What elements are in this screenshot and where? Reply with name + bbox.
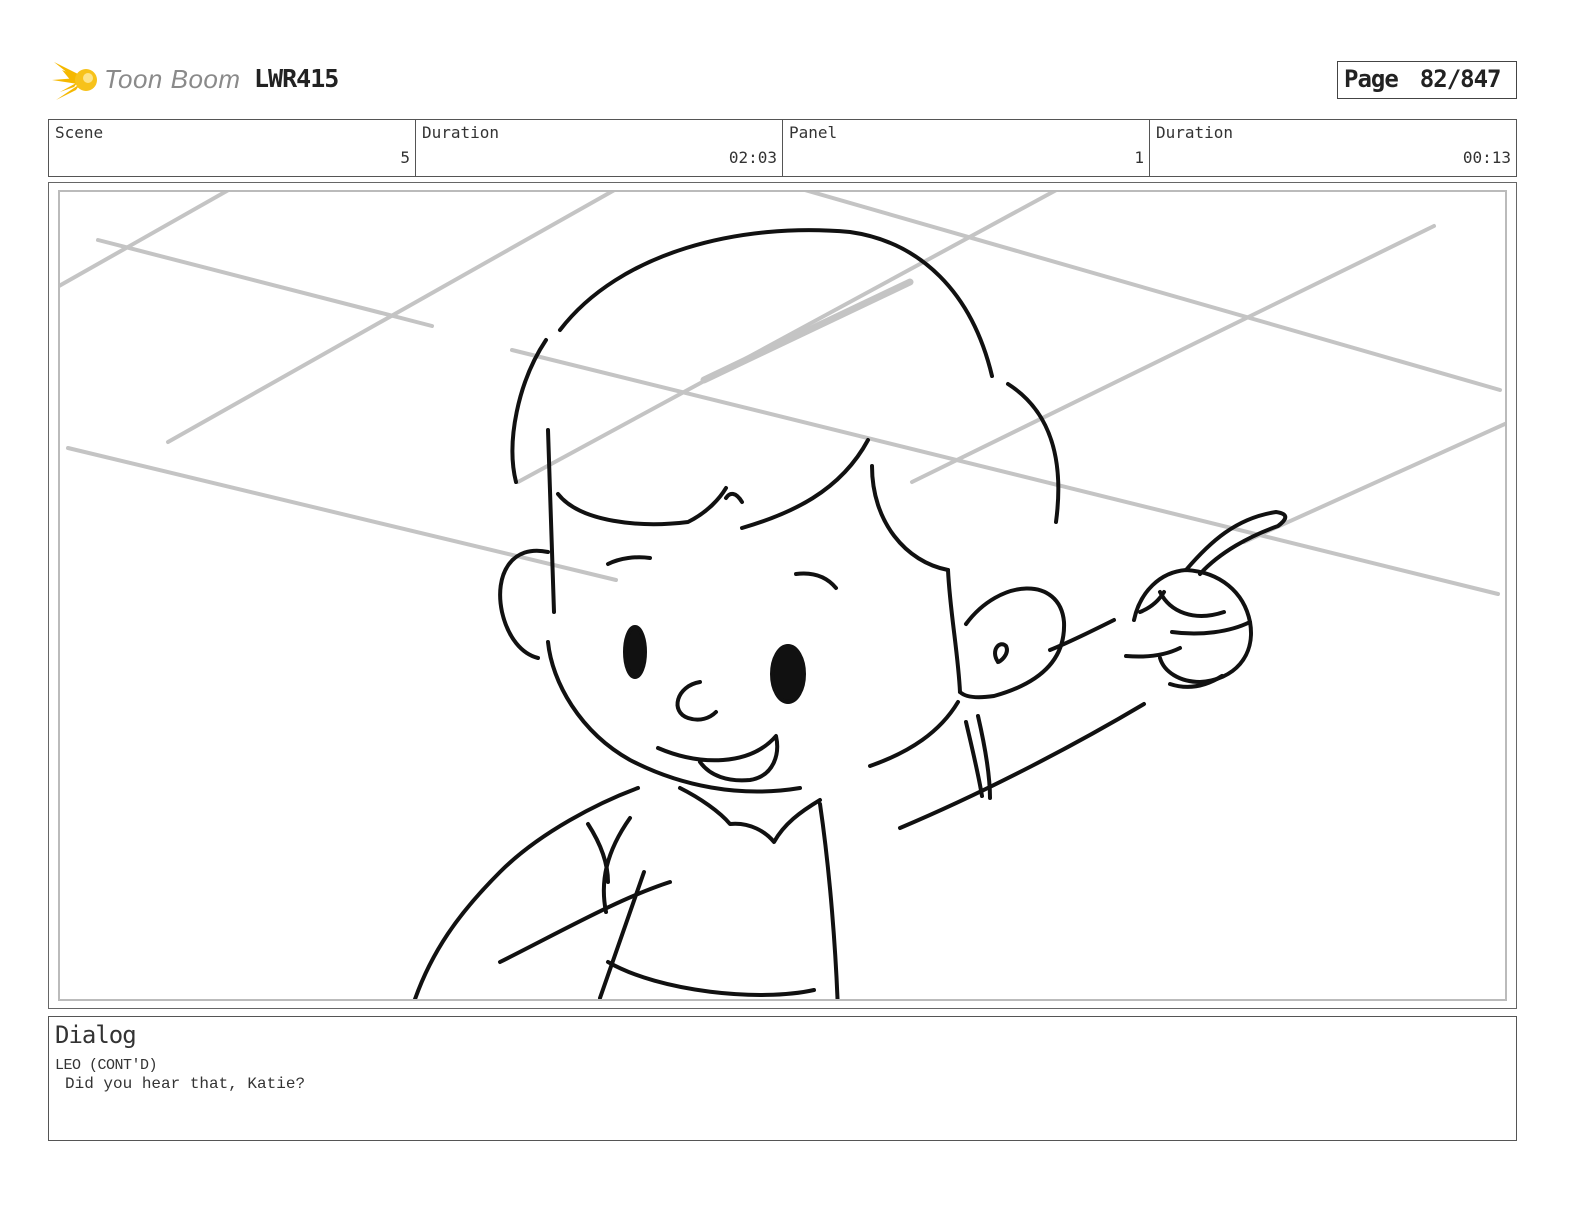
scene-duration-label: Duration [422, 123, 500, 142]
panel-info-table: Scene 5 Duration 02:03 Panel 1 Duration … [48, 119, 1517, 177]
page-counter: Page 82/847 [1337, 61, 1517, 99]
panel-value: 1 [1134, 148, 1144, 167]
scene-label: Scene [55, 123, 104, 142]
dialog-line: Did you hear that, Katie? [65, 1075, 306, 1093]
panel-label: Panel [789, 123, 838, 142]
scene-duration-value: 02:03 [728, 148, 777, 167]
panel-duration-label: Duration [1156, 123, 1234, 142]
panel-duration-cell: Duration 00:13 [1150, 120, 1516, 176]
character-sketch [412, 228, 1288, 999]
toon-boom-logo: Toon Boom [52, 56, 242, 106]
background-grid-lines [60, 192, 1505, 596]
scene-value: 5 [400, 148, 410, 167]
dialog-title: Dialog [55, 1021, 137, 1049]
panel-duration-value: 00:13 [1462, 148, 1511, 167]
starburst-icon [52, 62, 97, 100]
page-number: 82/847 [1419, 65, 1502, 93]
sketch-drawing [60, 192, 1505, 999]
scene-cell: Scene 5 [49, 120, 416, 176]
logo-text: Toon Boom [104, 64, 241, 94]
storyboard-panel [58, 190, 1507, 1001]
dialog-speaker: LEO (CONT'D) [55, 1057, 158, 1074]
page-label: Page [1344, 65, 1399, 93]
scene-duration-cell: Duration 02:03 [416, 120, 783, 176]
panel-cell: Panel 1 [783, 120, 1150, 176]
project-id: LWR415 [254, 64, 339, 93]
dialog-box: Dialog LEO (CONT'D) Did you hear that, K… [48, 1016, 1517, 1141]
